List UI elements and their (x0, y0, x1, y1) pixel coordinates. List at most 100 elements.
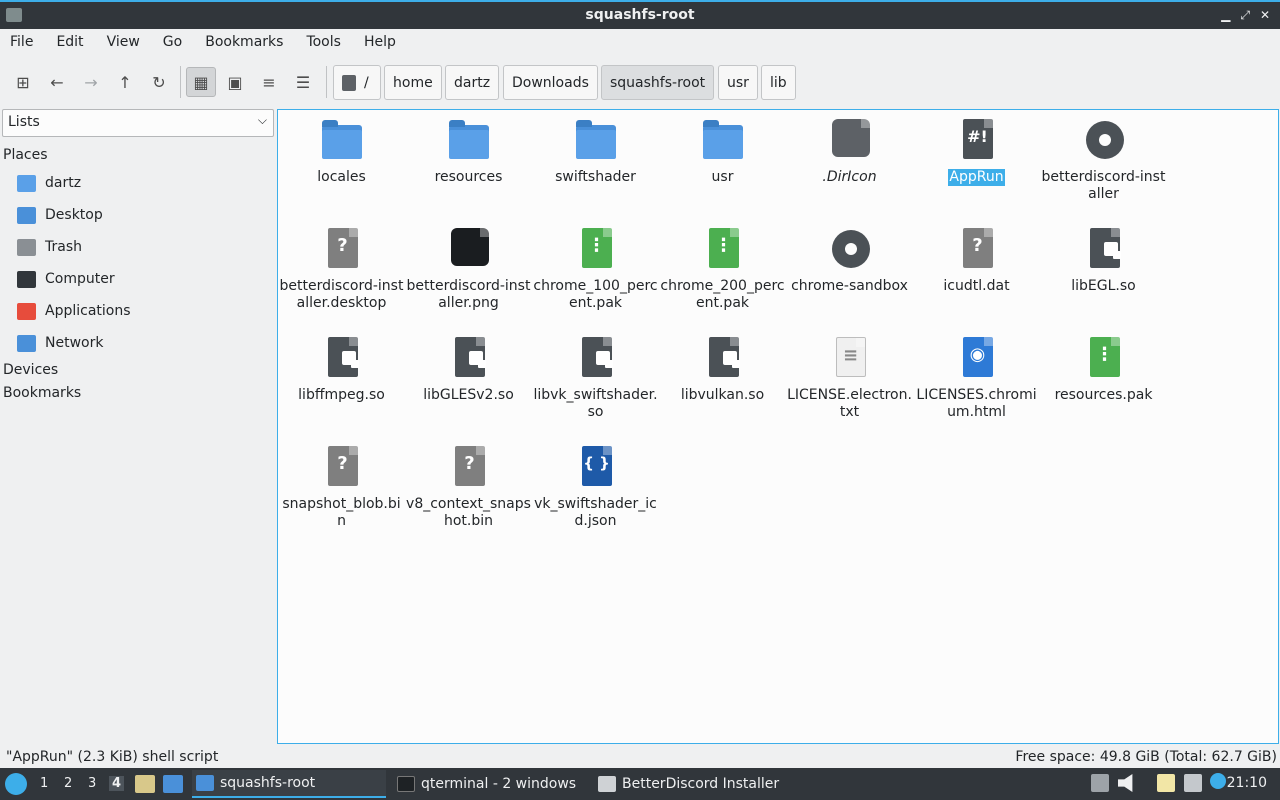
bookmarks-header[interactable]: Bookmarks (3, 385, 81, 401)
places-header[interactable]: Places (3, 147, 48, 163)
file-item[interactable]: ? v8_context_snapshot.bin (405, 442, 532, 530)
maximize-icon[interactable]: ⤢ (1240, 8, 1250, 23)
task-qterminal[interactable]: qterminal - 2 windows (393, 770, 587, 798)
file-item[interactable]: ≡ LICENSE.electron.txt (786, 333, 913, 421)
file-item[interactable]: ? betterdiscord-installer.desktop (278, 224, 405, 312)
file-item[interactable]: libEGL.so (1040, 224, 1167, 295)
file-view[interactable]: locales resources swiftshader usr .DirIcon #!… (277, 109, 1279, 744)
task-squashfs-root[interactable]: squashfs-root (192, 770, 386, 798)
file-item[interactable]: ⋮ resources.pak (1040, 333, 1167, 404)
title-bar: squashfs-root ▁ ⤢ ✕ (0, 0, 1280, 29)
status-bar: "AppRun" (2.3 KiB) shell script Free spa… (0, 748, 1280, 768)
detailed-list-view-icon[interactable]: ☰ (288, 67, 318, 97)
file-name: AppRun (948, 169, 1005, 186)
icon-view-icon[interactable]: ▦ (186, 67, 216, 97)
forward-arrow-icon[interactable]: → (76, 67, 106, 97)
menu-tools[interactable]: Tools (306, 29, 341, 57)
file-name: icudtl.dat (943, 278, 1010, 294)
file-item[interactable]: ? snapshot_blob.bin (278, 442, 405, 530)
thumbnail-view-icon[interactable]: ▣ (220, 67, 250, 97)
breadcrumb-root[interactable]: / (333, 65, 381, 100)
file-item[interactable]: betterdiscord-installer (1040, 115, 1167, 203)
file-manager-launcher-icon[interactable] (163, 775, 183, 793)
breadcrumb-usr[interactable]: usr (718, 65, 758, 100)
sidebar-item-label: Computer (45, 271, 115, 287)
menu-bookmarks[interactable]: Bookmarks (205, 29, 283, 57)
file-name: chrome_100_percent.pak (533, 278, 658, 311)
breadcrumb-home[interactable]: home (384, 65, 442, 100)
file-name: libEGL.so (1071, 278, 1136, 294)
icon-shape (702, 120, 743, 159)
start-menu-icon[interactable] (5, 773, 27, 795)
file-item[interactable]: ◉ LICENSES.chromium.html (913, 333, 1040, 421)
desktop-3-button[interactable]: 3 (88, 776, 96, 791)
up-arrow-icon[interactable]: ↑ (110, 67, 140, 97)
file-item[interactable]: libvk_swiftshader.so (532, 333, 659, 421)
shell-script-icon: #! (955, 119, 999, 163)
tray-up-icon[interactable] (1091, 774, 1109, 792)
desktop-1-button[interactable]: 1 (40, 776, 48, 791)
compact-view-icon[interactable]: ≡ (254, 67, 284, 97)
breadcrumb-downloads[interactable]: Downloads (503, 65, 598, 100)
network-icon[interactable] (1184, 774, 1202, 792)
clipboard-icon[interactable] (1157, 774, 1175, 792)
show-desktop-icon[interactable] (135, 775, 155, 793)
menu-view[interactable]: View (107, 29, 140, 57)
file-item[interactable]: usr (659, 115, 786, 186)
breadcrumb-dartz[interactable]: dartz (445, 65, 500, 100)
file-item[interactable]: libffmpeg.so (278, 333, 405, 404)
file-name: LICENSE.electron.txt (787, 387, 912, 420)
desktop-4-button[interactable]: 4 (109, 776, 125, 791)
menu-file[interactable]: File (10, 29, 33, 57)
sidebar-item-computer[interactable]: Computer (17, 265, 115, 293)
file-name: snapshot_blob.bin (282, 496, 401, 529)
file-item[interactable]: { } vk_swiftshader_icd.json (532, 442, 659, 530)
menu-edit[interactable]: Edit (56, 29, 83, 57)
file-item[interactable]: libGLESv2.so (405, 333, 532, 404)
task-betterdiscord-installer[interactable]: BetterDiscord Installer (594, 770, 804, 798)
folder-icon (447, 119, 491, 163)
reload-icon[interactable]: ↻ (144, 67, 174, 97)
file-item[interactable]: betterdiscord-installer.png (405, 224, 532, 312)
icon-shape: ≡ (835, 337, 866, 377)
file-name: betterdiscord-installer.desktop (279, 278, 404, 311)
file-name: betterdiscord-installer.png (406, 278, 531, 311)
sidebar-item-applications[interactable]: Applications (17, 297, 131, 325)
side-pane-mode-select[interactable]: Lists ⌵ (2, 109, 274, 137)
breadcrumb-squashfs-root[interactable]: squashfs-root (601, 65, 715, 100)
sidebar-item-trash[interactable]: Trash (17, 233, 82, 261)
file-item[interactable]: libvulkan.so (659, 333, 786, 404)
file-item[interactable]: ? icudtl.dat (913, 224, 1040, 295)
file-name: usr (711, 169, 734, 185)
desktop-2-button[interactable]: 2 (64, 776, 72, 791)
breadcrumb-lib[interactable]: lib (761, 65, 796, 100)
volume-icon[interactable] (1118, 774, 1133, 792)
toolbar-separator (180, 66, 181, 98)
file-item[interactable]: locales (278, 115, 405, 186)
clock[interactable]: 21:10 (1227, 775, 1267, 791)
toolbar-separator (326, 66, 327, 98)
devices-header[interactable]: Devices (3, 362, 58, 378)
file-item[interactable]: chrome-sandbox (786, 224, 913, 295)
minimize-icon[interactable]: ▁ (1221, 8, 1230, 23)
sidebar-item-network[interactable]: Network (17, 329, 103, 357)
close-icon[interactable]: ✕ (1260, 8, 1270, 23)
notification-icon[interactable] (1210, 773, 1226, 789)
sidebar-item-label: Network (45, 335, 104, 351)
menu-go[interactable]: Go (163, 29, 182, 57)
file-item[interactable]: ⋮ chrome_100_percent.pak (532, 224, 659, 312)
sidebar-item-dartz[interactable]: dartz (17, 169, 81, 197)
file-item[interactable]: swiftshader (532, 115, 659, 186)
back-arrow-icon[interactable]: ← (42, 67, 72, 97)
file-icon-glyph: #! (967, 127, 988, 146)
icon-shape (1089, 228, 1121, 268)
file-item[interactable]: #! AppRun (913, 115, 1040, 186)
sidebar-item-desktop[interactable]: Desktop (17, 201, 103, 229)
new-tab-icon[interactable]: ⊞ (8, 67, 38, 97)
menu-help[interactable]: Help (364, 29, 396, 57)
file-item[interactable]: resources (405, 115, 532, 186)
file-item[interactable]: .DirIcon (786, 115, 913, 186)
icon-shape (468, 351, 486, 368)
sidebar-item-label: dartz (45, 175, 82, 191)
file-item[interactable]: ⋮ chrome_200_percent.pak (659, 224, 786, 312)
